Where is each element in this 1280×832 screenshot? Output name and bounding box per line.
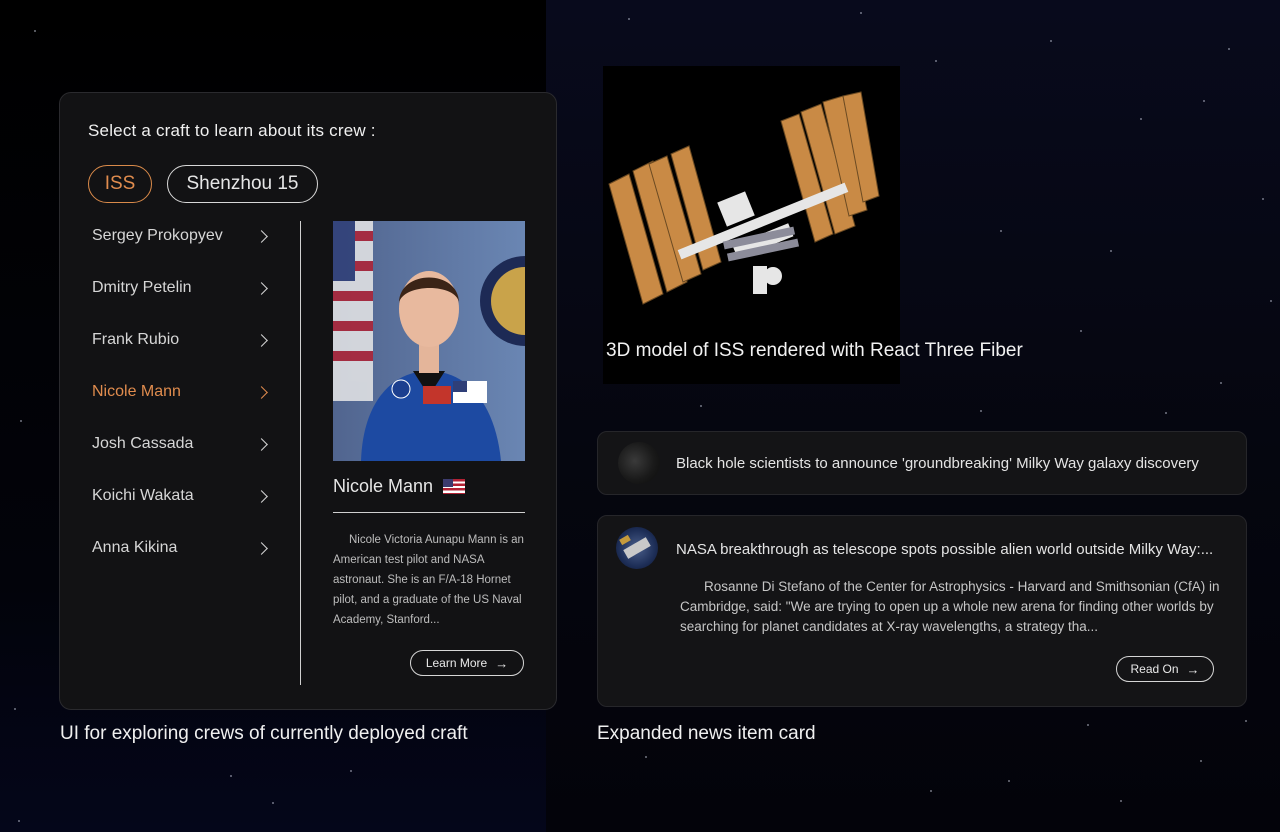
star bbox=[1262, 198, 1264, 200]
crew-item-frank-rubio[interactable]: Frank Rubio bbox=[92, 325, 272, 355]
chevron-right-icon bbox=[255, 385, 268, 399]
name-divider bbox=[333, 512, 525, 513]
crew-divider bbox=[300, 221, 301, 685]
star bbox=[1000, 230, 1002, 232]
star bbox=[645, 756, 647, 758]
crew-item-label: Josh Cassada bbox=[92, 435, 194, 452]
arrow-right-icon: → bbox=[1186, 661, 1200, 677]
star bbox=[14, 708, 16, 710]
crew-item-dmitry-petelin[interactable]: Dmitry Petelin bbox=[92, 273, 272, 303]
news-card-collapsed[interactable]: Black hole scientists to announce 'groun… bbox=[597, 431, 1247, 495]
crew-item-label: Dmitry Petelin bbox=[92, 279, 192, 296]
crew-item-label: Sergey Prokopyev bbox=[92, 227, 223, 244]
crew-explorer-panel: Select a craft to learn about its crew :… bbox=[59, 92, 557, 710]
star bbox=[628, 18, 630, 20]
chevron-right-icon bbox=[255, 333, 268, 347]
chevron-right-icon bbox=[255, 281, 268, 295]
news-card-expanded[interactable]: NASA breakthrough as telescope spots pos… bbox=[597, 515, 1247, 707]
chevron-right-icon bbox=[255, 541, 268, 555]
astronaut-portrait bbox=[333, 221, 525, 461]
star bbox=[1110, 250, 1112, 252]
star bbox=[350, 770, 352, 772]
crew-name-text: Nicole Mann bbox=[333, 476, 434, 496]
selected-crew-name: Nicole Mann bbox=[333, 476, 466, 497]
star bbox=[1008, 780, 1010, 782]
crew-item-koichi-wakata[interactable]: Koichi Wakata bbox=[92, 481, 272, 511]
news-title: Black hole scientists to announce 'groun… bbox=[676, 455, 1199, 472]
star bbox=[230, 775, 232, 777]
crew-item-anna-kikina[interactable]: Anna Kikina bbox=[92, 533, 272, 563]
crew-item-label: Nicole Mann bbox=[92, 383, 181, 400]
craft-button-shenzhou-15[interactable]: Shenzhou 15 bbox=[167, 165, 318, 203]
crew-item-sergey-prokopyev[interactable]: Sergey Prokopyev bbox=[92, 221, 272, 251]
craft-button-iss[interactable]: ISS bbox=[88, 165, 152, 203]
crew-item-label: Koichi Wakata bbox=[92, 487, 194, 504]
iss-caption: 3D model of ISS rendered with React Thre… bbox=[606, 340, 1023, 361]
chevron-right-icon bbox=[255, 437, 268, 451]
news-title: NASA breakthrough as telescope spots pos… bbox=[676, 541, 1214, 558]
star bbox=[18, 820, 20, 822]
read-on-button[interactable]: Read On → bbox=[1116, 656, 1214, 682]
learn-more-button[interactable]: Learn More → bbox=[410, 650, 524, 676]
crew-item-josh-cassada[interactable]: Josh Cassada bbox=[92, 429, 272, 459]
star bbox=[930, 790, 932, 792]
star bbox=[935, 60, 937, 62]
crew-explorer-caption: UI for exploring crews of currently depl… bbox=[60, 723, 468, 744]
learn-more-label: Learn More bbox=[425, 656, 488, 670]
crew-item-nicole-mann[interactable]: Nicole Mann bbox=[92, 377, 272, 407]
star bbox=[1228, 48, 1230, 50]
read-on-label: Read On bbox=[1130, 662, 1179, 676]
telescope-icon bbox=[619, 534, 651, 559]
crew-bio: Nicole Victoria Aunapu Mann is an Americ… bbox=[333, 534, 524, 626]
star bbox=[1165, 412, 1167, 414]
crew-item-label: Anna Kikina bbox=[92, 539, 178, 556]
telescope-thumbnail bbox=[616, 527, 658, 569]
news-caption: Expanded news item card bbox=[597, 723, 816, 744]
star bbox=[980, 410, 982, 412]
iss-model-icon bbox=[608, 91, 880, 305]
star bbox=[1203, 100, 1205, 102]
star bbox=[1120, 800, 1122, 802]
star bbox=[1220, 382, 1222, 384]
star bbox=[1200, 760, 1202, 762]
star bbox=[1140, 118, 1142, 120]
galaxy-thumbnail bbox=[618, 442, 660, 484]
crew-item-label: Frank Rubio bbox=[92, 331, 180, 348]
arrow-right-icon: → bbox=[495, 655, 509, 671]
star bbox=[1050, 40, 1052, 42]
star bbox=[272, 802, 274, 804]
craft-select-prompt: Select a craft to learn about its crew : bbox=[88, 121, 376, 140]
chevron-right-icon bbox=[255, 229, 268, 243]
star bbox=[860, 12, 862, 14]
star bbox=[1080, 330, 1082, 332]
iss-3d-model[interactable] bbox=[603, 66, 900, 384]
star bbox=[20, 420, 22, 422]
chevron-right-icon bbox=[255, 489, 268, 503]
star bbox=[1270, 300, 1272, 302]
star bbox=[1087, 724, 1089, 726]
us-flag-icon bbox=[443, 479, 466, 494]
star bbox=[700, 405, 702, 407]
star bbox=[34, 30, 36, 32]
star bbox=[1245, 720, 1247, 722]
news-body: Rosanne Di Stefano of the Center for Ast… bbox=[680, 579, 1220, 634]
